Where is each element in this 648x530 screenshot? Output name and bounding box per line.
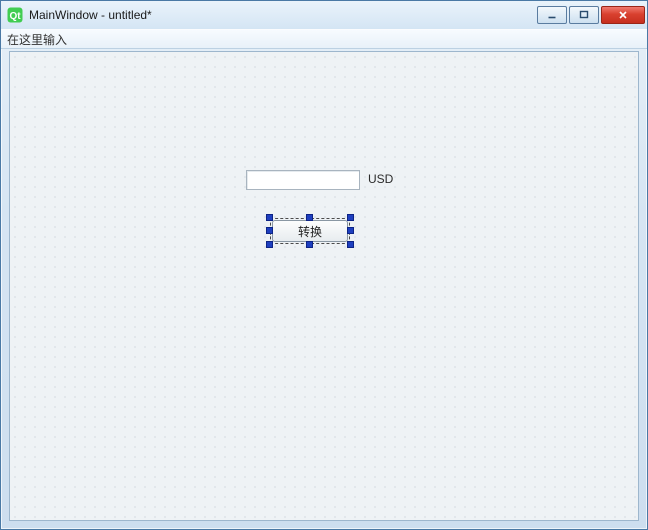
window-title: MainWindow - untitled*: [29, 8, 535, 22]
resize-handle-n[interactable]: [306, 214, 313, 221]
main-window: Qt MainWindow - untitled* 在这里输入 USD: [0, 0, 648, 530]
titlebar[interactable]: Qt MainWindow - untitled*: [1, 1, 647, 29]
amount-input[interactable]: [246, 170, 360, 190]
menubar-placeholder[interactable]: 在这里输入: [7, 31, 67, 48]
resize-handle-s[interactable]: [306, 241, 313, 248]
menubar[interactable]: 在这里输入: [1, 29, 647, 49]
maximize-icon: [579, 10, 589, 20]
resize-handle-nw[interactable]: [266, 214, 273, 221]
resize-handle-ne[interactable]: [347, 214, 354, 221]
minimize-icon: [547, 10, 557, 20]
designer-canvas[interactable]: USD 转换: [9, 51, 639, 521]
svg-text:Qt: Qt: [9, 11, 21, 22]
resize-handle-se[interactable]: [347, 241, 354, 248]
convert-button[interactable]: 转换: [272, 220, 348, 242]
resize-handle-sw[interactable]: [266, 241, 273, 248]
minimize-button[interactable]: [537, 6, 567, 24]
close-icon: [618, 10, 628, 20]
resize-handle-e[interactable]: [347, 227, 354, 234]
currency-label: USD: [368, 172, 393, 186]
window-controls: [535, 6, 645, 24]
convert-button-label: 转换: [298, 223, 322, 240]
qt-logo-icon: Qt: [7, 7, 23, 23]
close-button[interactable]: [601, 6, 645, 24]
selected-widget-frame[interactable]: 转换: [270, 218, 350, 244]
maximize-button[interactable]: [569, 6, 599, 24]
resize-handle-w[interactable]: [266, 227, 273, 234]
